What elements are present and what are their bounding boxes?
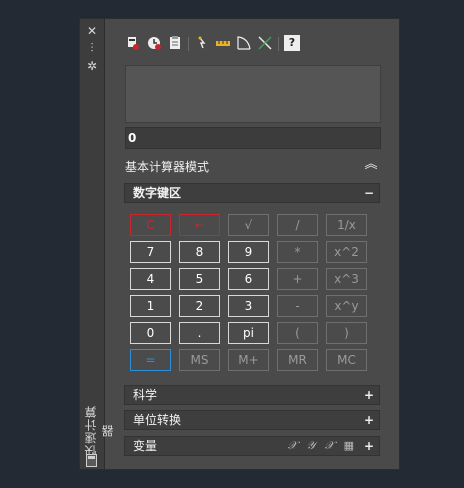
key-square[interactable]: x^2: [326, 241, 367, 263]
key-power[interactable]: x^y: [326, 295, 367, 317]
units-header[interactable]: 单位转换 +: [124, 410, 380, 430]
quickcalc-palette: ✕ ⫶ ✲ 快速计算器 ? 0 基本计算器模式 ︽ 数字键区 − C ← √ /…: [79, 18, 400, 470]
autohide-icon[interactable]: ⫶: [84, 41, 100, 55]
key-sqrt[interactable]: √: [228, 214, 269, 236]
key-memory-store[interactable]: MS: [179, 349, 220, 371]
key-7[interactable]: 7: [130, 241, 171, 263]
key-memory-add[interactable]: M+: [228, 349, 269, 371]
close-icon[interactable]: ✕: [84, 24, 100, 38]
toolbar-separator: [278, 37, 279, 51]
mode-label: 基本计算器模式: [125, 160, 210, 174]
intersection-icon[interactable]: [257, 35, 273, 51]
palette-content: ? 0 基本计算器模式 ︽ 数字键区 − C ← √ / 1/x 7 8 9 *…: [105, 19, 399, 469]
key-3[interactable]: 3: [228, 295, 269, 317]
clear-icon[interactable]: [125, 35, 141, 51]
expand-plus-icon[interactable]: +: [364, 437, 374, 455]
collapse-chevron-icon[interactable]: ︽: [363, 157, 379, 173]
key-backspace[interactable]: ←: [179, 214, 220, 236]
key-0[interactable]: 0: [130, 322, 171, 344]
key-memory-recall[interactable]: MR: [277, 349, 318, 371]
key-5[interactable]: 5: [179, 268, 220, 290]
history-icon[interactable]: [146, 35, 162, 51]
key-pi[interactable]: pi: [228, 322, 269, 344]
key-8[interactable]: 8: [179, 241, 220, 263]
key-divide[interactable]: /: [277, 214, 318, 236]
help-icon[interactable]: ?: [284, 35, 300, 51]
expand-plus-icon[interactable]: +: [364, 386, 374, 404]
key-subtract[interactable]: -: [277, 295, 318, 317]
units-title: 单位转换: [133, 413, 182, 427]
key-6[interactable]: 6: [228, 268, 269, 290]
variable-tools-icons[interactable]: 𝒳 𝒴 𝒳 ▦: [288, 437, 357, 455]
key-memory-clear[interactable]: MC: [326, 349, 367, 371]
key-clear[interactable]: C: [130, 214, 171, 236]
key-multiply[interactable]: *: [277, 241, 318, 263]
variables-title: 变量: [133, 439, 158, 453]
key-4[interactable]: 4: [130, 268, 171, 290]
key-close-paren[interactable]: ): [326, 322, 367, 344]
key-2[interactable]: 2: [179, 295, 220, 317]
key-decimal[interactable]: .: [179, 322, 220, 344]
key-reciprocal[interactable]: 1/x: [326, 214, 367, 236]
key-open-paren[interactable]: (: [277, 322, 318, 344]
calculator-icon: [86, 454, 97, 467]
palette-titlebar[interactable]: ✕ ⫶ ✲ 快速计算器: [80, 19, 115, 469]
input-box[interactable]: 0: [125, 127, 381, 149]
history-display[interactable]: [125, 65, 381, 123]
distance-icon[interactable]: [215, 35, 231, 51]
properties-icon[interactable]: ✲: [84, 59, 100, 73]
expand-plus-icon[interactable]: +: [364, 411, 374, 429]
get-coordinates-icon[interactable]: [194, 35, 210, 51]
key-equals[interactable]: =: [130, 349, 171, 371]
numpad-header[interactable]: 数字键区 −: [124, 183, 380, 203]
key-1[interactable]: 1: [130, 295, 171, 317]
scientific-title: 科学: [133, 388, 158, 402]
collapse-minus-icon[interactable]: −: [364, 184, 374, 202]
scientific-header[interactable]: 科学 +: [124, 385, 380, 405]
key-cube[interactable]: x^3: [326, 268, 367, 290]
key-add[interactable]: +: [277, 268, 318, 290]
toolbar: ?: [125, 35, 385, 55]
paste-icon[interactable]: [167, 35, 183, 51]
variables-header[interactable]: 变量 𝒳 𝒴 𝒳 ▦ +: [124, 436, 380, 456]
key-9[interactable]: 9: [228, 241, 269, 263]
toolbar-separator: [188, 37, 189, 51]
angle-icon[interactable]: [236, 35, 252, 51]
number-pad: C ← √ / 1/x 7 8 9 * x^2 4 5 6 + x^3 1 2 …: [124, 204, 380, 376]
numpad-title: 数字键区: [133, 186, 182, 200]
